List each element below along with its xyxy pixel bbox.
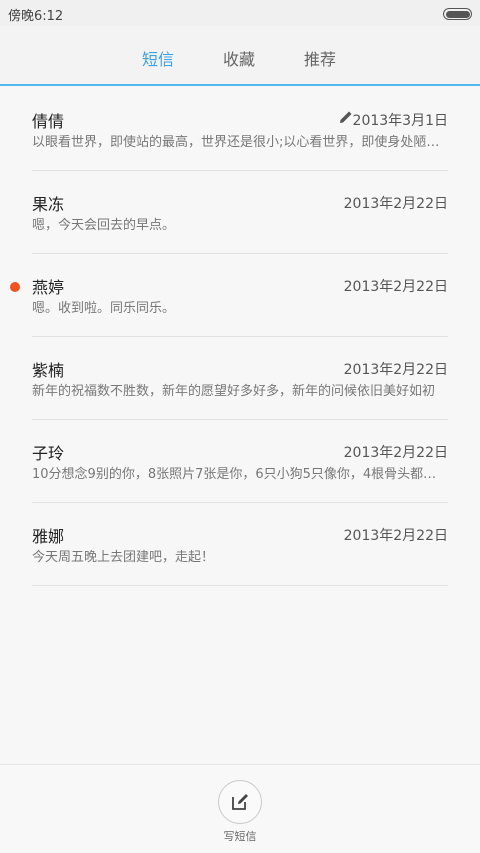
tab-sms[interactable]: 短信	[118, 46, 198, 70]
conversation-row[interactable]: 燕婷 2013年2月22日 嗯。收到啦。同乐同乐。	[10, 254, 448, 337]
conversation-row[interactable]: 雅娜 2013年2月22日 今天周五晚上去团建吧，走起！	[32, 503, 448, 586]
conversation-row[interactable]: 子玲 2013年2月22日 10分想念9别的你，8张照片7张是你，6只小狗5只像…	[32, 420, 448, 503]
message-preview: 嗯，今天会回去的早点。	[32, 218, 176, 233]
message-list: 倩倩 2013年3月1日 以眼看世界，即使站的最高，世界还是很小;以心看世界，即…	[0, 88, 480, 586]
status-time: 傍晚6:12	[8, 9, 64, 24]
conversation-row[interactable]: 倩倩 2013年3月1日 以眼看世界，即使站的最高，世界还是很小;以心看世界，即…	[32, 88, 448, 171]
tab-recommended[interactable]: 推荐	[280, 46, 360, 70]
message-date: 2013年2月22日	[343, 445, 448, 461]
message-preview: 嗯。收到啦。同乐同乐。	[32, 301, 176, 316]
conversation-row[interactable]: 紫楠 2013年2月22日 新年的祝福数不胜数，新年的愿望好多好多，新年的问候依…	[32, 337, 448, 420]
bottom-bar: 写短信	[0, 764, 480, 853]
message-date: 2013年2月22日	[343, 362, 448, 378]
tab-bar: 短信 收藏 推荐	[0, 26, 480, 86]
message-preview: 以眼看世界，即使站的最高，世界还是很小;以心看世界，即使身处陋室，世界也是很大	[32, 135, 448, 150]
tab-favorites[interactable]: 收藏	[199, 46, 279, 70]
message-preview: 新年的祝福数不胜数，新年的愿望好多好多，新年的问候依旧美好如初	[32, 384, 436, 399]
contact-name: 紫楠	[32, 361, 65, 380]
message-date: 2013年2月22日	[343, 196, 448, 212]
message-preview: 10分想念9别的你，8张照片7张是你，6只小狗5只像你，4根骨头都是给你	[32, 467, 448, 482]
compose-button[interactable]	[218, 780, 262, 824]
contact-name: 雅娜	[32, 527, 65, 546]
compose-icon	[232, 794, 248, 810]
unread-dot-icon	[10, 282, 20, 292]
message-date: 2013年2月22日	[343, 279, 448, 295]
message-preview: 今天周五晚上去团建吧，走起！	[32, 550, 215, 565]
message-date: 2013年3月1日	[352, 113, 448, 129]
compose-label: 写短信	[223, 830, 257, 843]
conversation-row[interactable]: 果冻 2013年2月22日 嗯，今天会回去的早点。	[32, 171, 448, 254]
battery-icon	[443, 8, 472, 20]
status-bar: 傍晚6:12	[0, 0, 480, 26]
contact-name: 子玲	[32, 444, 65, 463]
contact-name: 果冻	[32, 195, 65, 214]
contact-name: 燕婷	[32, 278, 65, 297]
pencil-icon	[340, 111, 352, 123]
contact-name: 倩倩	[32, 112, 65, 131]
message-date: 2013年2月22日	[343, 528, 448, 544]
